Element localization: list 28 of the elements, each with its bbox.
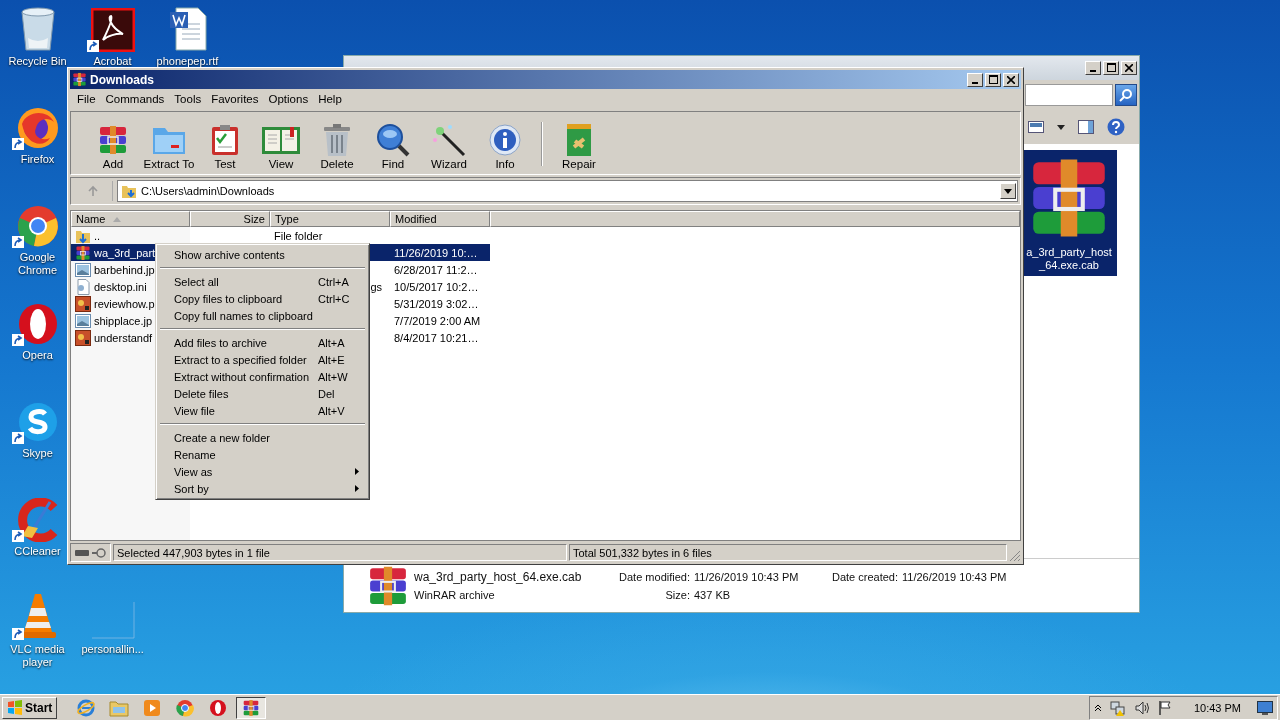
date-modified-value: 11/26/2019 10:43 PM (694, 570, 800, 583)
modified-date: 8/4/2017 10:21… (394, 331, 479, 344)
file-name: wa_3rd_part (94, 246, 156, 259)
status-text: Selected 447,903 bytes in 1 file (113, 544, 567, 561)
size-value: 437 KB (694, 588, 732, 601)
file-name: wa_3rd_party_host_64.exe.cab (414, 569, 583, 584)
file-name: barbehind.jp (94, 263, 155, 276)
date-created-value: 11/26/2019 10:43 PM (902, 570, 1008, 583)
status-text: Total 501,332 bytes in 6 files (569, 544, 1007, 561)
modified-date: 11/26/2019 10:… (394, 246, 478, 259)
date-created-label: Date created: (830, 570, 899, 583)
file-name: desktop.ini (94, 280, 147, 293)
file-name: reviewhow.p (94, 297, 155, 310)
modified-date: 5/31/2019 3:02… (394, 297, 479, 310)
modified-date: 7/7/2019 2:00 AM (394, 314, 481, 327)
size-label: Size: (665, 588, 691, 601)
file-type: gs (370, 280, 382, 293)
file-name: a_3rd_party_host (1026, 246, 1112, 259)
file-name: shipplace.jp (94, 314, 153, 327)
window-title: Downloads (90, 72, 154, 87)
modified-date: 6/28/2017 11:2… (394, 263, 478, 276)
file-name: _64.exe.cab (1039, 259, 1099, 272)
file-type: File folder (274, 229, 323, 242)
file-name: understandf (94, 331, 153, 344)
file-name: .. (94, 229, 101, 242)
modified-date: 10/5/2017 10:2… (394, 280, 479, 293)
file-type: WinRAR archive (414, 588, 496, 601)
date-modified-label: Date modified: (618, 570, 691, 583)
